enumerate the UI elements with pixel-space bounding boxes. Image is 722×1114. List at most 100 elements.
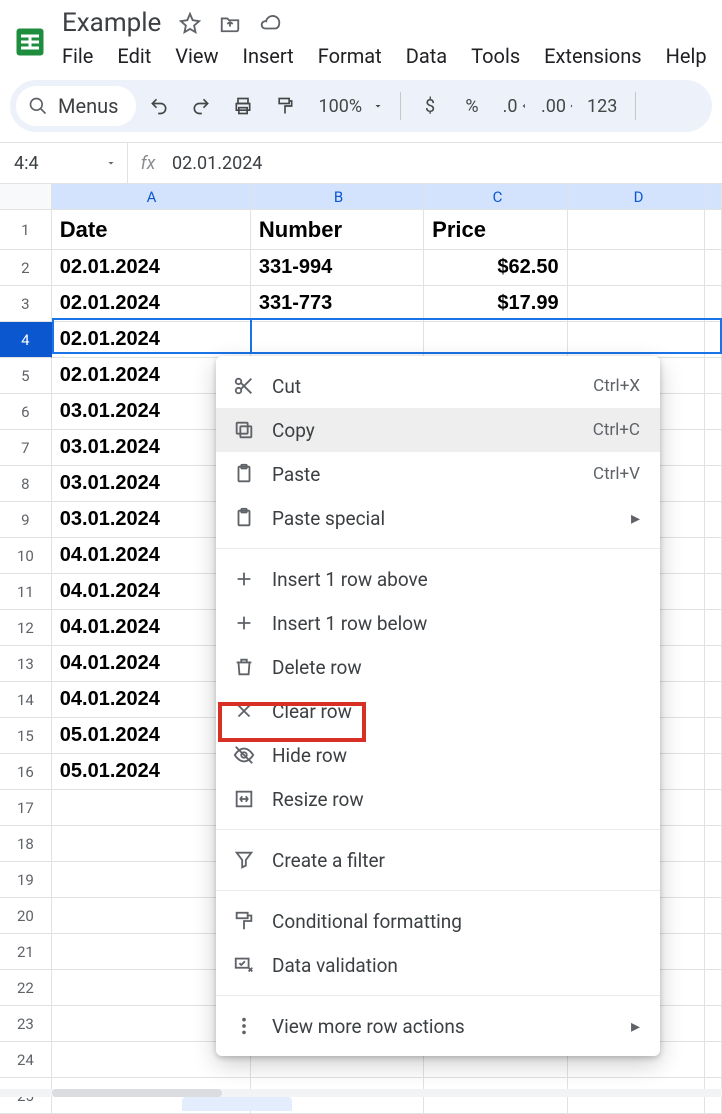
- star-icon[interactable]: [179, 12, 201, 34]
- cell[interactable]: 02.01.2024: [52, 250, 251, 286]
- move-to-drive-icon[interactable]: [219, 12, 241, 34]
- cell[interactable]: [705, 862, 722, 898]
- paint-format-button[interactable]: [266, 87, 304, 125]
- cell[interactable]: [568, 286, 705, 322]
- undo-button[interactable]: [140, 87, 178, 125]
- row-header[interactable]: 5: [0, 358, 52, 394]
- row-header[interactable]: 21: [0, 934, 52, 970]
- row-header[interactable]: 8: [0, 466, 52, 502]
- menu-data[interactable]: Data: [406, 44, 447, 68]
- menu-extensions[interactable]: Extensions: [544, 44, 641, 68]
- grid-row[interactable]: 1DateNumberPrice: [0, 210, 722, 250]
- cell[interactable]: [705, 250, 722, 286]
- row-header[interactable]: 6: [0, 394, 52, 430]
- cell[interactable]: [705, 682, 722, 718]
- cell[interactable]: [705, 898, 722, 934]
- cell[interactable]: [705, 210, 722, 250]
- cell[interactable]: [705, 322, 722, 358]
- cloud-status-icon[interactable]: [259, 12, 281, 34]
- cell[interactable]: 331-773: [251, 286, 424, 322]
- menu-edit[interactable]: Edit: [117, 44, 151, 68]
- col-header-d[interactable]: D: [570, 184, 708, 210]
- cell[interactable]: [705, 718, 722, 754]
- cell[interactable]: [705, 1006, 722, 1042]
- cell[interactable]: [424, 322, 567, 358]
- row-header[interactable]: 2: [0, 250, 52, 286]
- col-header-b[interactable]: B: [252, 184, 426, 210]
- col-header-c[interactable]: C: [426, 184, 570, 210]
- ctx-data-validation[interactable]: Data validation: [216, 943, 660, 987]
- cell[interactable]: [705, 934, 722, 970]
- ctx-conditional-formatting[interactable]: Conditional formatting: [216, 899, 660, 943]
- cell[interactable]: 02.01.2024: [52, 286, 251, 322]
- sheet-tab[interactable]: [182, 1097, 292, 1111]
- cell[interactable]: $17.99: [424, 286, 567, 322]
- cell[interactable]: [568, 210, 705, 250]
- menu-help[interactable]: Help: [666, 44, 707, 68]
- cell[interactable]: [705, 646, 722, 682]
- cell[interactable]: [251, 322, 424, 358]
- ctx-delete-row[interactable]: Delete row: [216, 645, 660, 689]
- cell[interactable]: [705, 574, 722, 610]
- row-header[interactable]: 24: [0, 1042, 52, 1078]
- ctx-insert-row-above[interactable]: Insert 1 row above: [216, 557, 660, 601]
- number-format-button[interactable]: 123: [579, 87, 625, 125]
- cell[interactable]: [705, 790, 722, 826]
- select-all-corner[interactable]: [0, 184, 52, 210]
- menus-search[interactable]: Menus: [16, 86, 136, 126]
- menu-insert[interactable]: Insert: [243, 44, 294, 68]
- row-header[interactable]: 17: [0, 790, 52, 826]
- ctx-paste-special[interactable]: Paste special ▸: [216, 496, 660, 540]
- cell[interactable]: [705, 610, 722, 646]
- cell[interactable]: $62.50: [424, 250, 567, 286]
- horizontal-scrollbar[interactable]: [0, 1089, 722, 1097]
- ctx-resize-row[interactable]: Resize row: [216, 777, 660, 821]
- ctx-view-more[interactable]: View more row actions ▸: [216, 1004, 660, 1048]
- col-header-e[interactable]: [708, 184, 722, 210]
- cell[interactable]: [705, 538, 722, 574]
- cell[interactable]: [705, 358, 722, 394]
- menu-file[interactable]: File: [62, 44, 93, 68]
- ctx-copy[interactable]: Copy Ctrl+C: [216, 408, 660, 452]
- row-header[interactable]: 10: [0, 538, 52, 574]
- cell[interactable]: [705, 394, 722, 430]
- row-header[interactable]: 11: [0, 574, 52, 610]
- row-header[interactable]: 18: [0, 826, 52, 862]
- row-header[interactable]: 15: [0, 718, 52, 754]
- row-header[interactable]: 7: [0, 430, 52, 466]
- row-header[interactable]: 20: [0, 898, 52, 934]
- ctx-paste[interactable]: Paste Ctrl+V: [216, 452, 660, 496]
- grid-row[interactable]: 202.01.2024331-994$62.50: [0, 250, 722, 286]
- ctx-clear-row[interactable]: Clear row: [216, 689, 660, 733]
- ctx-hide-row[interactable]: Hide row: [216, 733, 660, 777]
- currency-format-button[interactable]: $: [411, 87, 449, 125]
- row-header[interactable]: 14: [0, 682, 52, 718]
- row-header[interactable]: 3: [0, 286, 52, 322]
- row-header[interactable]: 1: [0, 210, 52, 250]
- row-header[interactable]: 16: [0, 754, 52, 790]
- cell[interactable]: [568, 322, 705, 358]
- sheets-logo[interactable]: [8, 14, 52, 70]
- row-header[interactable]: 22: [0, 970, 52, 1006]
- decrease-decimal-button[interactable]: .0: [495, 87, 533, 125]
- cell[interactable]: [705, 286, 722, 322]
- menu-tools[interactable]: Tools: [471, 44, 520, 68]
- cell[interactable]: [705, 826, 722, 862]
- row-header[interactable]: 23: [0, 1006, 52, 1042]
- menu-format[interactable]: Format: [318, 44, 382, 68]
- document-title[interactable]: Example: [62, 8, 161, 38]
- menu-view[interactable]: View: [175, 44, 218, 68]
- ctx-create-filter[interactable]: Create a filter: [216, 838, 660, 882]
- name-box[interactable]: 4:4: [0, 143, 128, 183]
- cell[interactable]: Price: [424, 210, 567, 250]
- row-header[interactable]: 12: [0, 610, 52, 646]
- row-header[interactable]: 4: [0, 322, 52, 358]
- cell[interactable]: [705, 1042, 722, 1078]
- row-header[interactable]: 9: [0, 502, 52, 538]
- cell[interactable]: 331-994: [251, 250, 424, 286]
- cell[interactable]: [705, 502, 722, 538]
- cell[interactable]: [705, 970, 722, 1006]
- zoom-dropdown[interactable]: 100%: [308, 87, 390, 125]
- percent-format-button[interactable]: %: [453, 87, 491, 125]
- row-header[interactable]: 19: [0, 862, 52, 898]
